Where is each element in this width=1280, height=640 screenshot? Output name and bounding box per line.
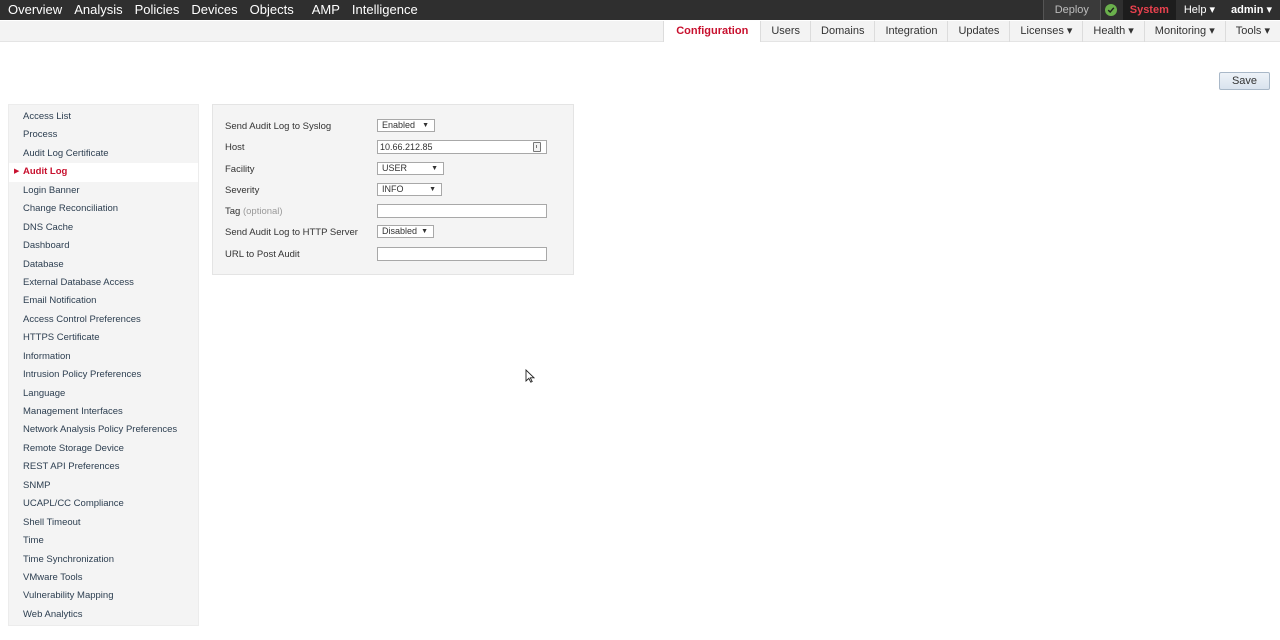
http-row: Send Audit Log to HTTP Server Disabled ▼ (225, 225, 565, 240)
sidebar-item-access-list[interactable]: Access List (9, 108, 198, 126)
dropdown-caret-icon: ▼ (429, 186, 436, 193)
sidebar-item-time-synchronization[interactable]: Time Synchronization (9, 551, 198, 569)
url-input[interactable] (377, 247, 547, 261)
tag-label-text: Tag (225, 206, 241, 217)
host-label: Host (225, 142, 245, 153)
nav-devices[interactable]: Devices (185, 0, 243, 20)
url-row: URL to Post Audit (225, 247, 565, 262)
facility-label: Facility (225, 164, 255, 175)
sidebar-item-information[interactable]: Information (9, 348, 198, 366)
sidebar-item-ucapl-cc-compliance[interactable]: UCAPL/CC Compliance (9, 495, 198, 513)
severity-label: Severity (225, 185, 260, 196)
mouse-cursor-icon (525, 369, 535, 383)
secondary-nav-bar: Configuration Users Domains Integration … (0, 21, 1280, 42)
sidebar-item-access-control-preferences[interactable]: Access Control Preferences (9, 311, 198, 329)
configuration-sidebar: Access List Process Audit Log Certificat… (8, 104, 199, 626)
system-tab[interactable]: System (1122, 0, 1176, 20)
sidebar-item-label: Audit Log (23, 166, 68, 178)
nav-overview[interactable]: Overview (0, 0, 68, 20)
help-menu[interactable]: Help ▾ (1176, 0, 1223, 20)
tab-health[interactable]: Health ▾ (1082, 21, 1143, 42)
nav-intelligence[interactable]: Intelligence (346, 0, 424, 20)
host-row: Host 10.66.212.85 (225, 140, 565, 155)
audit-log-panel: Send Audit Log to Syslog Enabled ▼ Host … (212, 104, 574, 275)
facility-select-value: USER (382, 163, 408, 173)
sidebar-item-dashboard[interactable]: Dashboard (9, 237, 198, 255)
sidebar-item-dns-cache[interactable]: DNS Cache (9, 219, 198, 237)
sidebar-item-https-certificate[interactable]: HTTPS Certificate (9, 329, 198, 347)
deploy-button[interactable]: Deploy (1042, 0, 1101, 20)
sidebar-item-audit-log-certificate[interactable]: Audit Log Certificate (9, 145, 198, 163)
sidebar-item-change-reconciliation[interactable]: Change Reconciliation (9, 200, 198, 218)
sidebar-item-database[interactable]: Database (9, 256, 198, 274)
syslog-select-value: Enabled (382, 120, 416, 130)
top-right-controls: Deploy System Help ▾ admin ▾ (1042, 0, 1280, 20)
syslog-label: Send Audit Log to Syslog (225, 121, 332, 132)
sidebar-item-vulnerability-mapping[interactable]: Vulnerability Mapping (9, 587, 198, 605)
check-circle-icon[interactable] (1104, 4, 1117, 16)
syslog-row: Send Audit Log to Syslog Enabled ▼ (225, 119, 565, 134)
sidebar-item-login-banner[interactable]: Login Banner (9, 182, 198, 200)
severity-select-value: INFO (382, 184, 404, 194)
sidebar-item-shell-timeout[interactable]: Shell Timeout (9, 514, 198, 532)
nav-objects[interactable]: Objects (244, 0, 300, 20)
sidebar-item-rest-api-preferences[interactable]: REST API Preferences (9, 458, 198, 476)
admin-menu[interactable]: admin ▾ (1223, 0, 1280, 20)
top-navigation-bar: Overview Analysis Policies Devices Objec… (0, 0, 1280, 20)
http-select-value: Disabled (382, 226, 418, 236)
sidebar-item-network-analysis-policy-preferences[interactable]: Network Analysis Policy Preferences (9, 421, 198, 439)
save-button[interactable]: Save (1219, 72, 1270, 90)
sidebar-item-time[interactable]: Time (9, 532, 198, 550)
url-label: URL to Post Audit (225, 249, 300, 260)
host-input[interactable]: 10.66.212.85 (377, 140, 547, 154)
sidebar-item-process[interactable]: Process (9, 126, 198, 144)
sidebar-item-snmp[interactable]: SNMP (9, 477, 198, 495)
nav-analysis[interactable]: Analysis (68, 0, 128, 20)
active-arrow-icon: ▶ (14, 168, 20, 176)
tab-users[interactable]: Users (760, 21, 810, 42)
http-label: Send Audit Log to HTTP Server (225, 227, 358, 238)
sidebar-item-language[interactable]: Language (9, 385, 198, 403)
sidebar-item-intrusion-policy-preferences[interactable]: Intrusion Policy Preferences (9, 366, 198, 384)
tag-label: Tag (optional) (225, 204, 283, 219)
severity-select[interactable]: INFO ▼ (377, 183, 442, 196)
tab-updates[interactable]: Updates (947, 21, 1009, 42)
sidebar-item-web-analytics[interactable]: Web Analytics (9, 606, 198, 624)
sidebar-item-external-database-access[interactable]: External Database Access (9, 274, 198, 292)
tab-monitoring[interactable]: Monitoring ▾ (1143, 21, 1225, 42)
tag-row: Tag (optional) (225, 204, 565, 219)
object-picker-icon[interactable] (533, 142, 541, 152)
host-input-value: 10.66.212.85 (380, 142, 433, 152)
sidebar-item-email-notification[interactable]: Email Notification (9, 292, 198, 310)
sidebar-item-audit-log[interactable]: ▶ Audit Log (9, 163, 198, 182)
dropdown-caret-icon: ▼ (422, 122, 429, 129)
sidebar-item-management-interfaces[interactable]: Management Interfaces (9, 403, 198, 421)
nav-amp[interactable]: AMP (306, 0, 346, 20)
severity-row: Severity INFO ▼ (225, 183, 565, 198)
tab-configuration[interactable]: Configuration (663, 21, 761, 42)
facility-row: Facility USER ▼ (225, 162, 565, 177)
syslog-select[interactable]: Enabled ▼ (377, 119, 435, 132)
tag-optional-hint: (optional) (242, 206, 283, 217)
dropdown-caret-icon: ▼ (421, 228, 428, 235)
sidebar-item-vmware-tools[interactable]: VMware Tools (9, 569, 198, 587)
system-sub-nav: Configuration Users Domains Integration … (663, 21, 1280, 42)
tab-integration[interactable]: Integration (874, 21, 947, 42)
facility-select[interactable]: USER ▼ (377, 162, 444, 175)
http-select[interactable]: Disabled ▼ (377, 225, 434, 238)
nav-policies[interactable]: Policies (129, 0, 186, 20)
dropdown-caret-icon: ▼ (431, 165, 438, 172)
sidebar-item-remote-storage-device[interactable]: Remote Storage Device (9, 440, 198, 458)
tab-domains[interactable]: Domains (810, 21, 874, 42)
main-nav: Overview Analysis Policies Devices Objec… (0, 0, 424, 20)
tab-licenses[interactable]: Licenses ▾ (1009, 21, 1082, 42)
tab-tools[interactable]: Tools ▾ (1224, 21, 1280, 42)
tag-input[interactable] (377, 204, 547, 218)
